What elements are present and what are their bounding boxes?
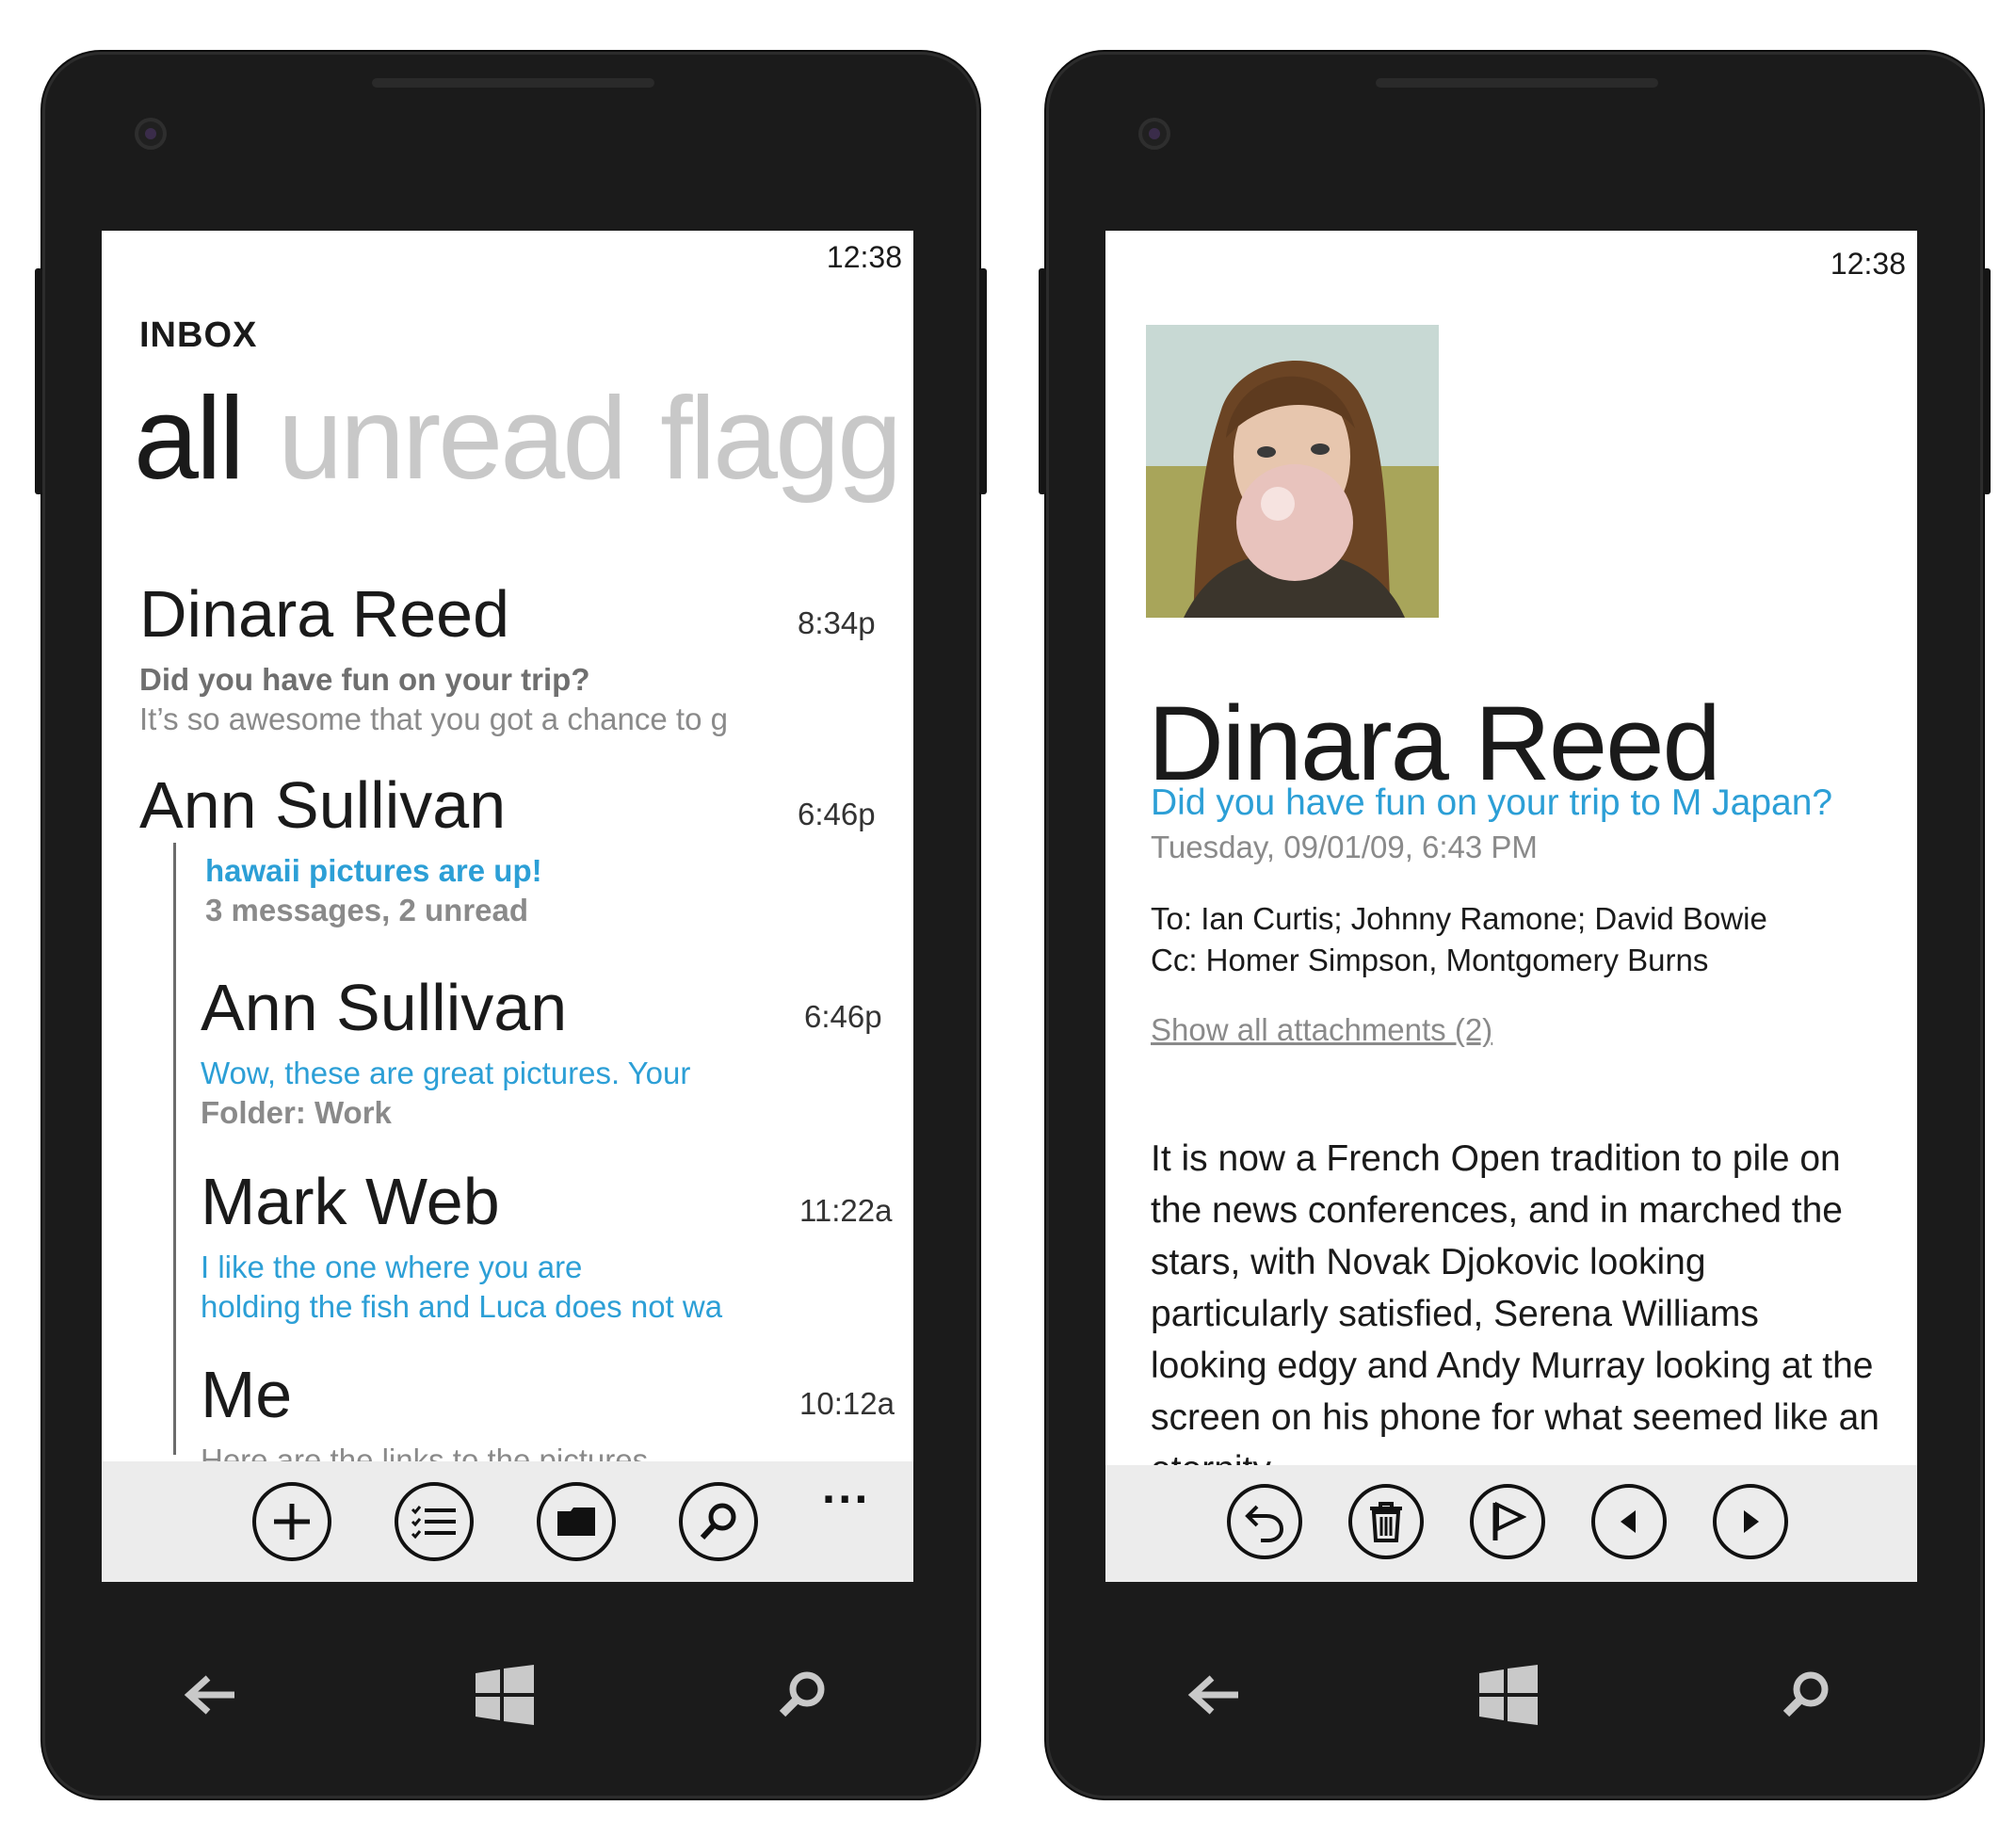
message-sender: Me: [201, 1358, 293, 1431]
message-time: 11:22a: [799, 1193, 893, 1228]
pivot-flagged[interactable]: flagg: [660, 374, 902, 504]
back-button[interactable]: [172, 1657, 248, 1733]
message-screen: 12:38 Dinara Reed Did you have fun on yo…: [1105, 231, 1917, 1582]
next-icon: [1744, 1510, 1759, 1533]
message-preview: holding the fish and Luca does not wa: [201, 1289, 723, 1324]
page-title: INBOX: [139, 315, 258, 355]
message-body: It is now a French Open tradition to pil…: [1151, 1138, 1879, 1490]
select-list-icon: [411, 1506, 456, 1540]
volume-button: [1039, 268, 1046, 494]
message-item[interactable]: Dinara Reed 8:34p Did you have fun on yo…: [139, 581, 883, 739]
pivot-header: all unread flagg: [134, 372, 902, 506]
message-sender: Mark Web: [201, 1165, 500, 1238]
start-button[interactable]: [1471, 1657, 1546, 1733]
plus-icon: [274, 1504, 310, 1540]
search-button[interactable]: [679, 1482, 758, 1561]
message-subject: Did you have fun on your trip to M Japan…: [1151, 782, 1833, 823]
previous-button[interactable]: [1591, 1484, 1667, 1559]
recipients-cc: Cc: Homer Simpson, Montgomery Burns: [1151, 943, 1709, 977]
recipients-to: To: Ian Curtis; Johnny Ramone; David Bow…: [1151, 901, 1767, 936]
back-icon: [1187, 1675, 1238, 1715]
status-time: 12:38: [1830, 247, 1906, 281]
hardware-search-button[interactable]: [765, 1657, 840, 1733]
message-item[interactable]: Ann Sullivan 6:46p Wow, these are great …: [201, 975, 883, 1133]
message-time: 6:46p: [804, 999, 882, 1034]
message-sender: Ann Sullivan: [201, 971, 568, 1044]
reply-icon: [1245, 1505, 1284, 1542]
hardware-search-button[interactable]: [1768, 1657, 1844, 1733]
start-button[interactable]: [467, 1657, 542, 1733]
app-bar: [1105, 1465, 1917, 1582]
message-subject: hawaii pictures are up!: [205, 853, 542, 888]
message-sender: Dinara Reed: [139, 577, 509, 651]
back-button[interactable]: [1176, 1657, 1251, 1733]
thread-summary: 3 messages, 2 unread: [205, 893, 529, 927]
contact-photo-image: [1146, 325, 1439, 618]
message-subject: I like the one where you are: [201, 1250, 583, 1284]
earpiece-speaker: [1376, 78, 1658, 88]
message-time: 8:34p: [798, 605, 876, 640]
message-date: Tuesday, 09/01/09, 6:43 PM: [1151, 830, 1538, 864]
search-icon: [779, 1671, 825, 1717]
inbox-screen: 12:38 INBOX all unread flagg Dinara Reed 8…: [102, 231, 913, 1582]
pivot-unread[interactable]: unread: [278, 374, 627, 504]
message-time: 6:46p: [798, 797, 876, 831]
windows-icon: [476, 1665, 534, 1725]
message-preview: It’s so awesome that you got a chance to…: [139, 701, 728, 736]
back-icon: [184, 1675, 234, 1715]
show-attachments-link[interactable]: Show all attachments (2): [1151, 1012, 1492, 1048]
power-button: [1983, 268, 1991, 494]
message-subject: Wow, these are great pictures. Your: [201, 1056, 691, 1090]
phone-left: 12:38 INBOX all unread flagg Dinara Reed 8…: [35, 52, 987, 1798]
message-subject: Did you have fun on your trip?: [139, 662, 590, 697]
earpiece-speaker: [372, 78, 654, 88]
front-camera: [135, 118, 167, 150]
delete-button[interactable]: [1348, 1484, 1424, 1559]
status-time: 12:38: [826, 240, 902, 274]
flag-button[interactable]: [1470, 1484, 1545, 1559]
volume-button: [35, 268, 42, 494]
reply-button[interactable]: [1227, 1484, 1302, 1559]
power-button: [979, 268, 987, 494]
flag-icon: [1492, 1501, 1526, 1540]
message-item[interactable]: Mark Web 11:22a I like the one where you…: [201, 1165, 892, 1327]
contact-photo[interactable]: [1146, 325, 1439, 618]
folder-icon: [557, 1508, 595, 1536]
phone-right: 12:38 Dinara Reed Did you have fun on yo…: [1039, 52, 1991, 1798]
front-camera: [1138, 118, 1170, 150]
message-sender: Ann Sullivan: [139, 768, 507, 842]
app-bar: ...: [102, 1461, 913, 1582]
new-message-button[interactable]: [252, 1482, 331, 1561]
search-icon: [1782, 1671, 1829, 1717]
more-options-button[interactable]: ...: [821, 1469, 870, 1512]
thread-indicator: [173, 843, 176, 1455]
folders-button[interactable]: [537, 1482, 616, 1561]
windows-icon: [1479, 1665, 1538, 1725]
search-icon: [700, 1503, 736, 1540]
next-button[interactable]: [1713, 1484, 1788, 1559]
pivot-all[interactable]: all: [134, 374, 245, 504]
previous-icon: [1621, 1510, 1636, 1533]
message-item[interactable]: Ann Sullivan 6:46p hawaii pictures are u…: [139, 772, 883, 930]
delete-icon: [1370, 1502, 1402, 1542]
message-folder: Folder: Work: [201, 1095, 392, 1130]
select-button[interactable]: [395, 1482, 474, 1561]
message-time: 10:12a: [799, 1386, 895, 1421]
